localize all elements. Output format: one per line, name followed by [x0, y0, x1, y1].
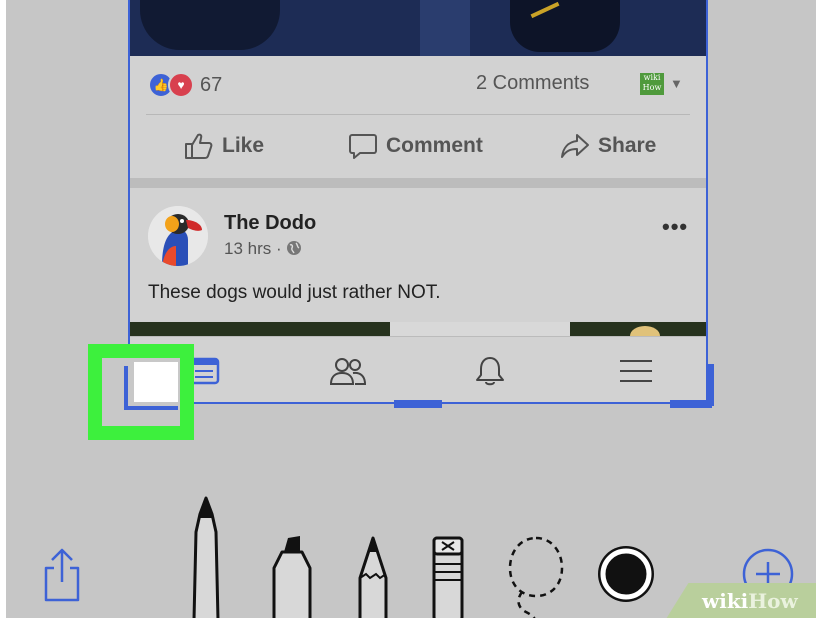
- tab-friends[interactable]: [326, 351, 370, 391]
- post-separator: [130, 178, 706, 188]
- chevron-down-icon[interactable]: ▼: [670, 76, 683, 91]
- video-thumbnail-top: [130, 0, 706, 56]
- tab-menu[interactable]: [614, 351, 658, 391]
- like-button-label: Like: [222, 134, 265, 157]
- crop-corner-handle[interactable]: [124, 366, 178, 410]
- pen-tool-icon[interactable]: [182, 496, 230, 618]
- thumbs-up-icon: [185, 133, 213, 159]
- wikihow-watermark: wikiHow: [666, 583, 816, 618]
- hamburger-menu-icon: [620, 360, 652, 382]
- post-caption: These dogs would just rather NOT.: [148, 282, 441, 303]
- marker-tool-icon[interactable]: [266, 534, 318, 618]
- reactions-summary[interactable]: 👍 ♥ 67: [148, 72, 222, 98]
- globe-icon: [287, 241, 302, 255]
- color-picker-icon[interactable]: [594, 542, 658, 606]
- post-author-name[interactable]: The Dodo: [224, 212, 316, 235]
- facebook-tab-bar: [130, 336, 706, 402]
- eraser-tool-icon[interactable]: [426, 534, 470, 618]
- pencil-tool-icon[interactable]: [350, 534, 396, 618]
- dodo-bird-logo-icon: [148, 206, 208, 266]
- the-dodo-avatar[interactable]: [148, 206, 208, 266]
- screenshot-preview: 👍 ♥ 67 2 Comments wiki How ▼ Like Commen…: [128, 0, 708, 404]
- tab-notifications[interactable]: [468, 351, 512, 391]
- comment-button-label: Comment: [386, 134, 483, 157]
- love-reaction-icon: ♥: [168, 72, 194, 98]
- comment-button[interactable]: Comment: [348, 130, 483, 162]
- lasso-tool-icon[interactable]: [500, 534, 570, 618]
- bell-icon: [476, 357, 504, 386]
- more-options-icon[interactable]: •••: [662, 214, 688, 240]
- divider: [146, 114, 690, 115]
- post-timestamp: 13 hrs ·: [224, 239, 302, 259]
- reaction-count: 67: [200, 73, 223, 96]
- page-avatar-selector[interactable]: wiki How: [640, 73, 664, 95]
- share-button-label: Share: [598, 134, 657, 157]
- share-arrow-icon: [561, 134, 589, 158]
- like-button[interactable]: Like: [184, 130, 264, 162]
- crop-handle-bottom[interactable]: [394, 400, 442, 408]
- friends-icon: [329, 358, 367, 385]
- screenshot-markup-editor: 👍 ♥ 67 2 Comments wiki How ▼ Like Commen…: [6, 0, 816, 618]
- comment-icon: [349, 134, 377, 159]
- share-icon: [44, 548, 80, 602]
- comments-count-link[interactable]: 2 Comments: [476, 72, 589, 95]
- share-button[interactable]: Share: [560, 130, 656, 162]
- crop-handle-right[interactable]: [706, 364, 714, 406]
- share-screenshot-button[interactable]: [40, 546, 84, 602]
